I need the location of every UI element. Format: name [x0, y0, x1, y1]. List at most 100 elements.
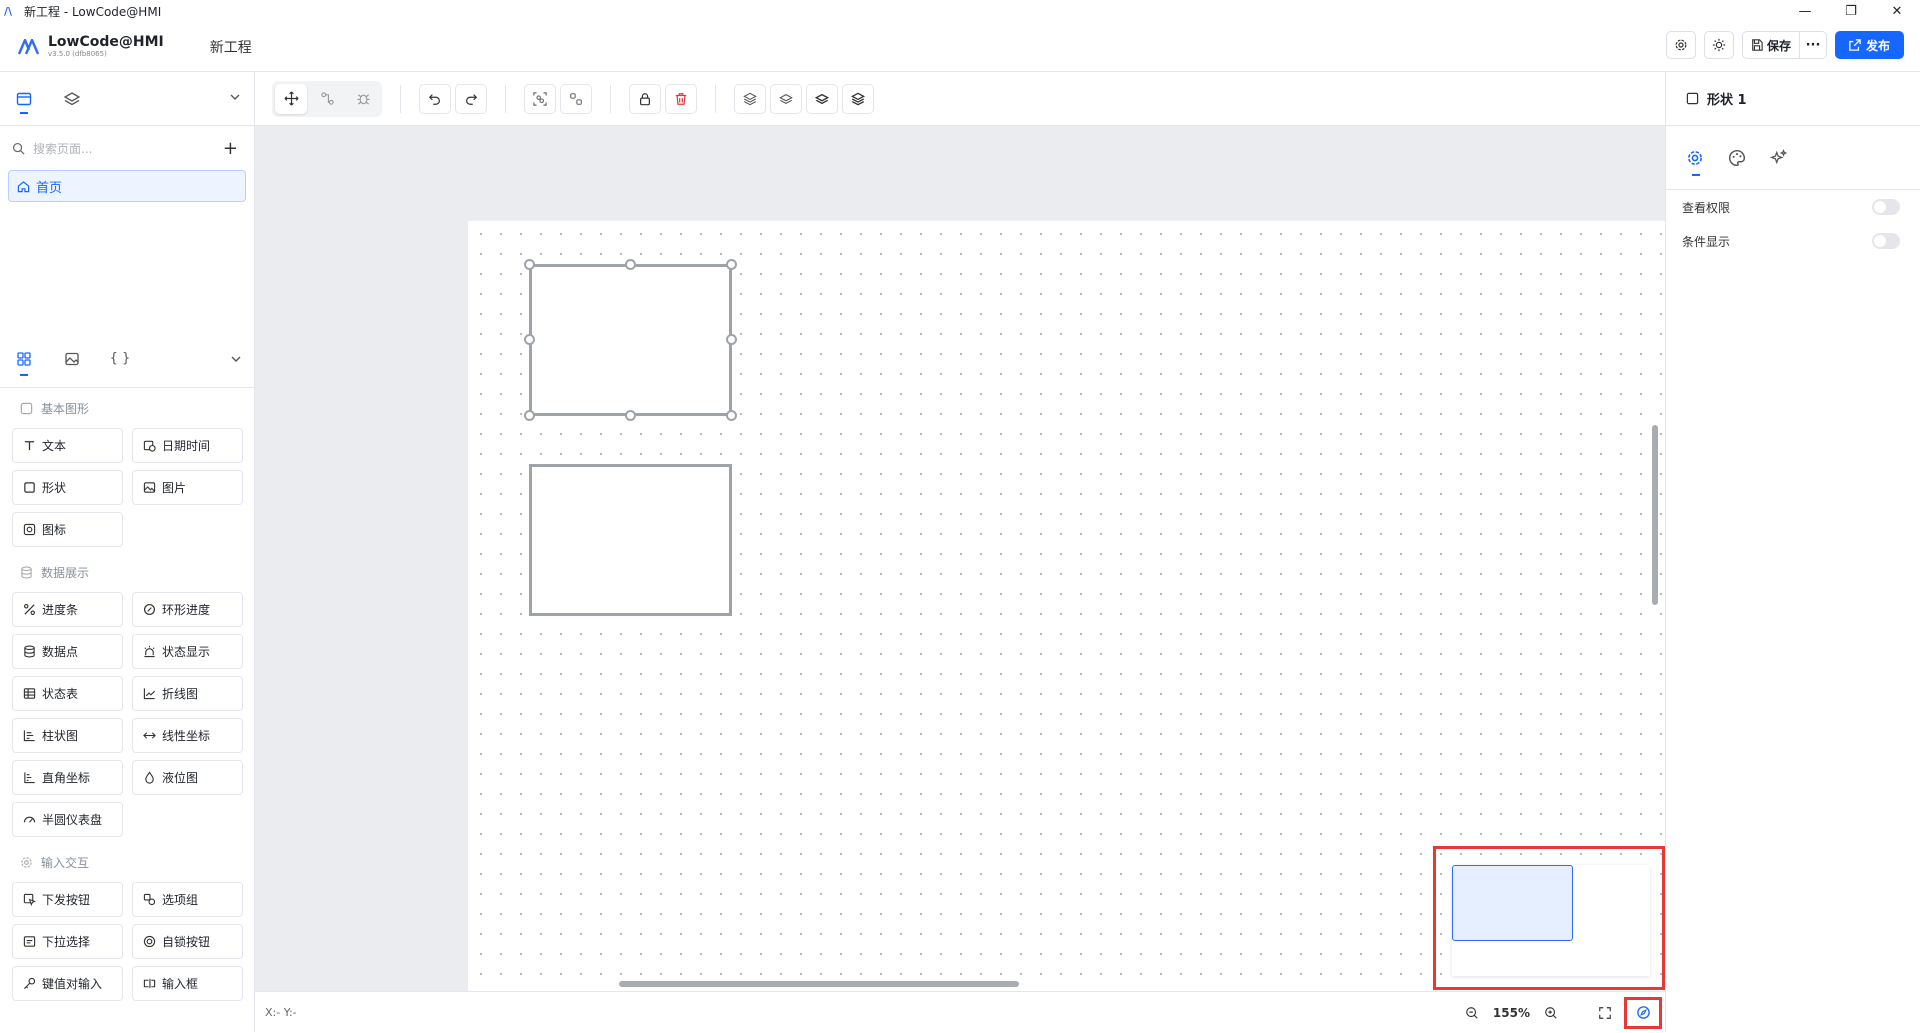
move-tool-button[interactable]	[275, 83, 307, 114]
tab-effects[interactable]	[1770, 126, 1788, 190]
tab-style[interactable]	[1728, 126, 1746, 190]
layers-bottom-icon	[851, 92, 865, 105]
resize-handle-n[interactable]	[625, 259, 636, 270]
theme-toggle-button[interactable]	[1703, 31, 1734, 59]
table-icon	[23, 688, 36, 699]
project-name[interactable]: 新工程	[210, 37, 252, 57]
vertical-scrollbar[interactable]	[1652, 425, 1658, 605]
component-dropdown-select[interactable]: 下拉选择	[12, 924, 123, 959]
component-bar-chart[interactable]: 柱状图	[12, 718, 123, 753]
component-linear-axis[interactable]: 线性坐标	[132, 718, 243, 753]
component-key-value-input[interactable]: 键值对输入	[12, 966, 123, 1001]
component-send-button[interactable]: 下发按钮	[12, 882, 123, 917]
lock-button-icon	[143, 935, 156, 948]
close-window-button[interactable]: ✕	[1874, 0, 1920, 22]
component-progress-bar[interactable]: 进度条	[12, 592, 123, 627]
tab-properties[interactable]	[1686, 126, 1704, 190]
send-backward-button[interactable]	[806, 83, 838, 114]
left-top-tabs	[0, 72, 254, 126]
prop-conditional-display: 条件显示	[1666, 224, 1920, 258]
undo-button[interactable]	[419, 83, 451, 114]
add-page-button[interactable]: +	[223, 138, 238, 159]
search-input[interactable]: 搜索页面...	[33, 140, 92, 157]
save-button[interactable]: 保存	[1743, 32, 1800, 58]
lock-button[interactable]	[629, 83, 661, 114]
app-version: v3.5.0 (dfb8065)	[48, 50, 107, 58]
bring-forward-button[interactable]	[770, 83, 802, 114]
component-datetime[interactable]: 日期时间	[132, 428, 243, 463]
component-text[interactable]: 文本	[12, 428, 123, 463]
minimap[interactable]	[1452, 865, 1650, 976]
debug-tool-button[interactable]	[347, 84, 379, 114]
component-data-point[interactable]: 数据点	[12, 634, 123, 669]
selected-element-title: 形状 1	[1707, 93, 1747, 108]
section-basic-shapes: 基本图形	[0, 388, 255, 428]
siren-icon	[144, 645, 155, 658]
bring-to-front-button[interactable]	[734, 83, 766, 114]
component-latch-button[interactable]: 自锁按钮	[132, 924, 243, 959]
view-permission-toggle[interactable]	[1872, 199, 1900, 215]
more-button[interactable]: ···	[1800, 38, 1826, 53]
resize-handle-s[interactable]	[625, 410, 636, 421]
minimap-viewport[interactable]	[1452, 865, 1573, 941]
canvas-area[interactable]	[255, 126, 1665, 991]
redo-button[interactable]	[455, 83, 487, 114]
zoom-out-icon[interactable]	[1465, 1006, 1479, 1020]
component-input-box[interactable]: 输入框	[132, 966, 243, 1001]
send-to-back-button[interactable]	[842, 83, 874, 114]
component-liquid-level[interactable]: 液位图	[132, 760, 243, 795]
tab-layers[interactable]	[48, 72, 96, 126]
tab-scripts[interactable]: { }	[96, 330, 144, 388]
gauge-icon	[23, 816, 36, 823]
group-button[interactable]	[524, 83, 556, 114]
left-bottom-tabs: { }	[0, 330, 255, 388]
minimize-button[interactable]: —	[1782, 0, 1828, 22]
restore-button[interactable]: ❐	[1828, 0, 1874, 22]
tab-images[interactable]	[48, 330, 96, 388]
component-ring-progress[interactable]: 环形进度	[132, 592, 243, 627]
chevron-down-icon[interactable]	[229, 352, 243, 366]
resize-handle-ne[interactable]	[726, 259, 737, 270]
history-group	[419, 83, 487, 114]
component-status-display[interactable]: 状态显示	[132, 634, 243, 669]
fullscreen-icon[interactable]	[1598, 1006, 1612, 1020]
publish-button[interactable]: 发布	[1834, 31, 1904, 59]
connect-tool-button[interactable]	[311, 84, 343, 114]
gear-icon	[1675, 39, 1687, 51]
resize-handle-se[interactable]	[726, 410, 737, 421]
percent-icon	[24, 604, 35, 615]
page-item-home[interactable]: 首页	[8, 170, 246, 202]
component-half-gauge[interactable]: 半圆仪表盘	[12, 802, 123, 837]
shape-1-selected[interactable]	[529, 264, 732, 416]
component-shape[interactable]: 形状	[12, 470, 123, 505]
trash-icon	[675, 92, 687, 105]
chevron-down-icon[interactable]	[228, 90, 242, 104]
minimap-toggle-button[interactable]	[1624, 996, 1662, 1029]
page-search[interactable]: 搜索页面... +	[0, 126, 254, 170]
component-cartesian-axis[interactable]: 直角坐标	[12, 760, 123, 795]
ungroup-button[interactable]	[560, 83, 592, 114]
resize-handle-e[interactable]	[726, 334, 737, 345]
resize-handle-w[interactable]	[524, 334, 535, 345]
resize-handle-sw[interactable]	[524, 410, 535, 421]
page-item-label: 首页	[36, 180, 63, 196]
settings-button[interactable]	[1665, 31, 1696, 59]
inspector-tabs	[1666, 126, 1920, 190]
conditional-display-toggle[interactable]	[1872, 233, 1900, 249]
cursor-coordinates: X:- Y:-	[265, 1005, 297, 1019]
component-status-table[interactable]: 状态表	[12, 676, 123, 711]
component-option-group[interactable]: 选项组	[132, 882, 243, 917]
zoom-in-icon[interactable]	[1544, 1006, 1558, 1020]
left-panel: 搜索页面... + 首页 { } 基本图形 文本 日期时间 形状 图片 图标 数…	[0, 72, 255, 1032]
resize-handle-nw[interactable]	[524, 259, 535, 270]
horizontal-scrollbar[interactable]	[619, 981, 1019, 987]
prop-label: 条件显示	[1682, 234, 1731, 249]
layers-top-icon	[743, 92, 757, 105]
component-line-chart[interactable]: 折线图	[132, 676, 243, 711]
component-icon[interactable]: 图标	[12, 512, 123, 547]
component-image[interactable]: 图片	[132, 470, 243, 505]
tab-components[interactable]	[0, 330, 48, 388]
shape-2[interactable]	[529, 464, 732, 616]
tab-pages[interactable]	[0, 72, 48, 126]
delete-button[interactable]	[665, 83, 697, 114]
